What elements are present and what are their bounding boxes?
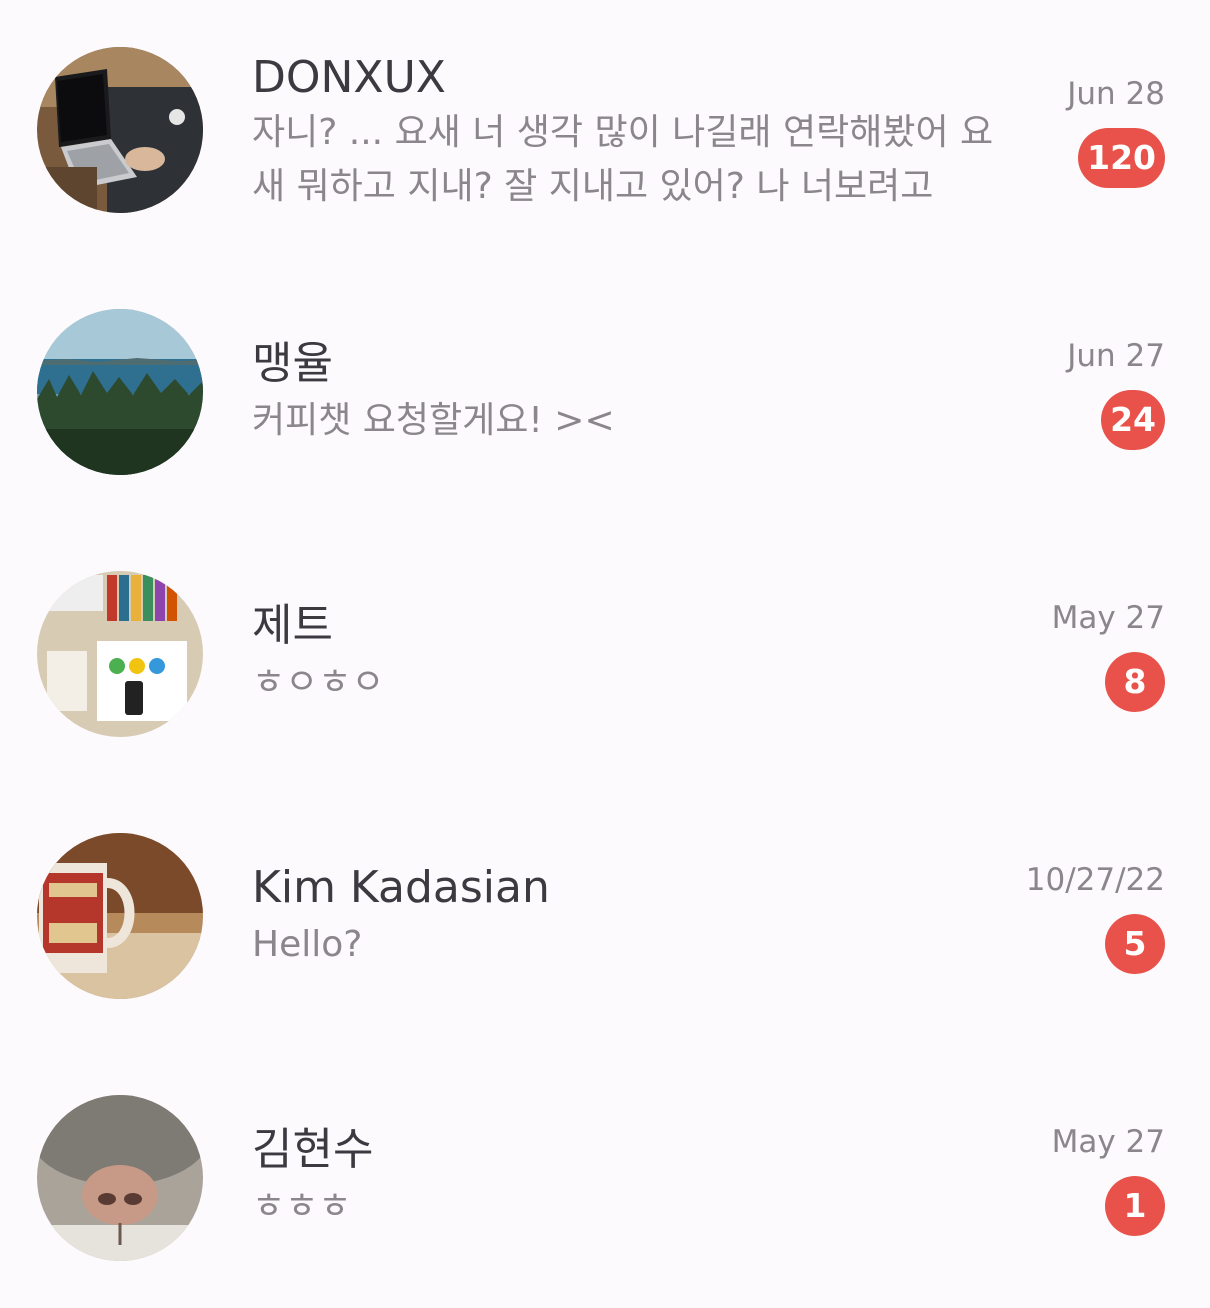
message-preview: ㅎㅇㅎㅇ — [252, 662, 385, 703]
message-preview: 자니? ... 요새 너 생각 많이 나길래 연락해봤어 요새 뭐하고 지내? … — [252, 112, 994, 207]
message-preview: 커피챗 요청할게요! >< — [252, 400, 615, 441]
forest-sea-photo-icon — [37, 309, 203, 475]
chat-row-maengyul[interactable]: 맹율 커피챗 요청할게요! >< Jun 27 24 — [0, 262, 1210, 524]
contact-name: Kim Kadasian — [252, 862, 550, 913]
chat-row-kim-kadasian[interactable]: Kim Kadasian Hello? 10/27/22 5 — [0, 786, 1210, 1048]
unread-badge: 24 — [1101, 390, 1165, 450]
unread-badge: 1 — [1105, 1176, 1165, 1236]
avatar[interactable] — [37, 47, 203, 213]
contact-name: 맹율 — [252, 338, 333, 389]
contact-name: 제트 — [252, 600, 333, 651]
message-date: May 27 — [1051, 600, 1165, 636]
message-date: Jun 28 — [1067, 76, 1165, 112]
chat-list: DONXUX 자니? ... 요새 너 생각 많이 나길래 연락해봤어 요새 뭐… — [0, 0, 1210, 1308]
message-preview: ㅎㅎㅎ — [252, 1186, 352, 1227]
message-date: 10/27/22 — [1025, 862, 1165, 898]
contact-name: DONXUX — [252, 52, 446, 103]
chat-row-kim-hyunsoo[interactable]: 김현수 ㅎㅎㅎ May 27 1 — [0, 1048, 1210, 1308]
avatar[interactable] — [37, 309, 203, 475]
chat-row-donxux[interactable]: DONXUX 자니? ... 요새 너 생각 많이 나길래 연락해봤어 요새 뭐… — [0, 0, 1210, 262]
contact-name: 김현수 — [252, 1124, 374, 1175]
cat-nose-photo-icon — [37, 1095, 203, 1261]
avatar[interactable] — [37, 1095, 203, 1261]
unread-badge: 120 — [1078, 128, 1165, 188]
chat-row-jet[interactable]: 제트 ㅎㅇㅎㅇ May 27 8 — [0, 524, 1210, 786]
message-date: May 27 — [1051, 1124, 1165, 1160]
avatar[interactable] — [37, 833, 203, 999]
desk-books-photo-icon — [37, 571, 203, 737]
unread-badge: 5 — [1105, 914, 1165, 974]
unread-badge: 8 — [1105, 652, 1165, 712]
message-date: Jun 27 — [1067, 338, 1165, 374]
message-preview: Hello? — [252, 924, 363, 965]
coffee-mug-photo-icon — [37, 833, 203, 999]
laptop-work-photo-icon — [37, 47, 203, 213]
avatar[interactable] — [37, 571, 203, 737]
